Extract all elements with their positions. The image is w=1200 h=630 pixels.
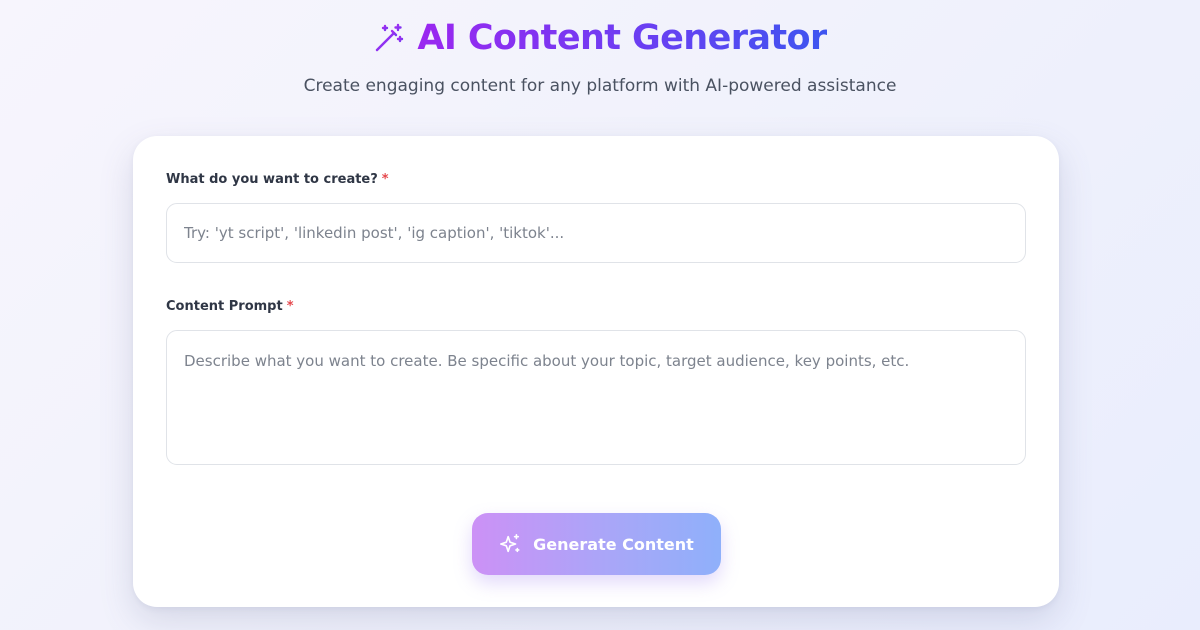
content-type-label: What do you want to create? * [166,171,389,189]
content-type-label-text: What do you want to create? [166,172,378,187]
required-asterisk: * [286,299,294,314]
required-asterisk: * [381,172,389,187]
generator-form-card: What do you want to create?* Content Pro… [133,136,1059,607]
page-header: AI Content Generator Create engaging con… [0,14,1200,98]
content-type-input[interactable] [166,203,1026,263]
title-row: AI Content Generator [373,14,827,62]
content-prompt-textarea[interactable] [166,330,1026,465]
page-title: AI Content Generator [417,14,827,62]
magic-wand-icon [376,23,404,52]
content-prompt-label-text: Content Prompt [166,299,283,314]
generate-button-label: Generate Content [533,534,694,554]
generate-content-button[interactable]: Generate Content [472,513,721,575]
content-prompt-label: Content Prompt * [166,298,294,316]
page-subtitle: Create engaging content for any platform… [303,76,897,96]
sparkles-icon [500,534,520,553]
